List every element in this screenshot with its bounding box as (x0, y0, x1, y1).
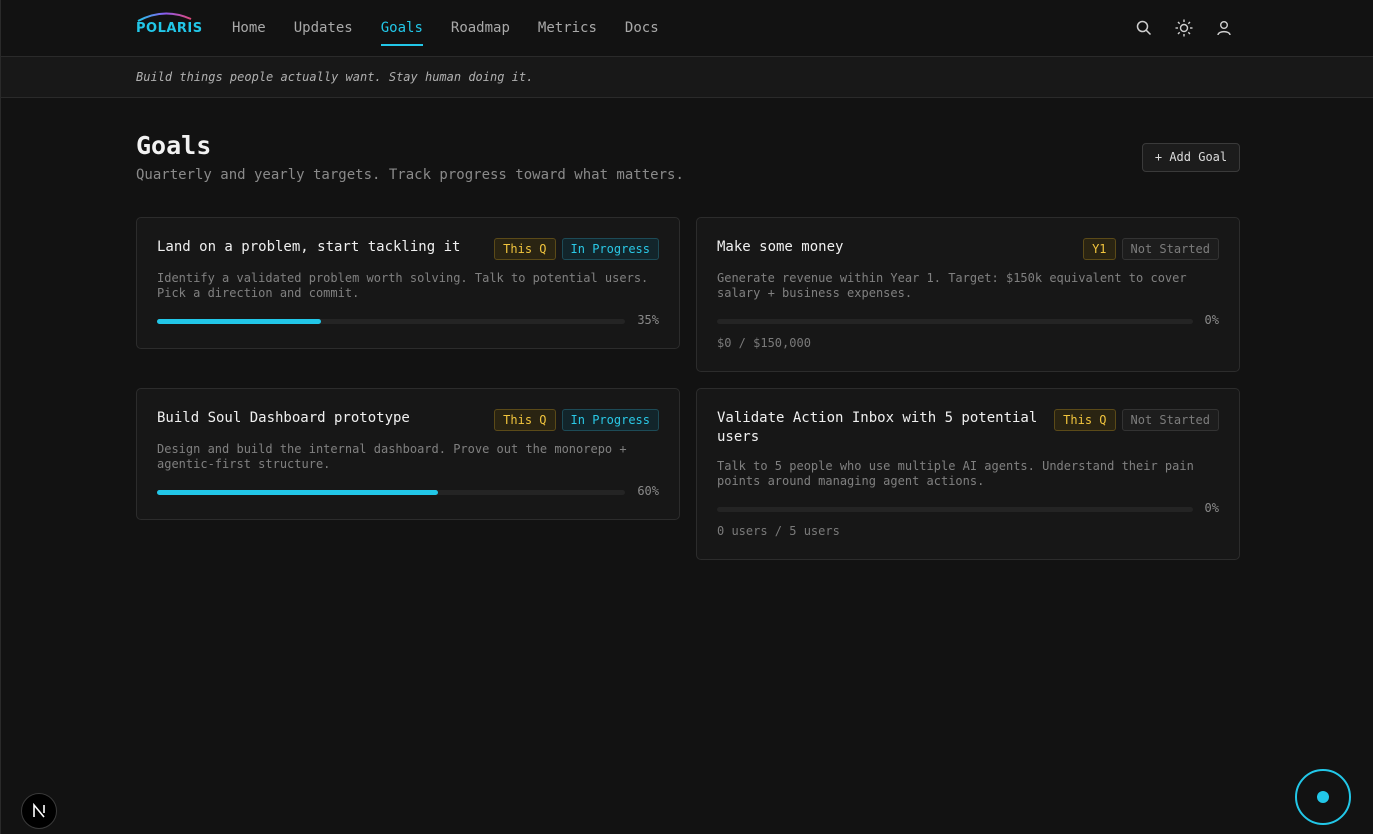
goal-badges: This Q In Progress (494, 238, 659, 260)
goal-badges: Y1 Not Started (1083, 238, 1219, 260)
top-nav: POLARIS Home Updates Goals Roadmap Metri… (1, 0, 1373, 57)
goal-card[interactable]: Land on a problem, start tackling it Thi… (136, 217, 680, 349)
period-badge: This Q (494, 238, 556, 260)
goal-card[interactable]: Build Soul Dashboard prototype This Q In… (136, 388, 680, 520)
goal-title: Land on a problem, start tackling it (157, 239, 461, 255)
goal-description-line: Pick a direction and commit. (157, 286, 360, 300)
goal-description-line: Generate revenue within Year 1. Target: … (717, 271, 1187, 285)
period-badge: This Q (1054, 409, 1116, 431)
main-nav: Home Updates Goals Roadmap Metrics Docs (232, 0, 687, 57)
progress-fill (157, 490, 438, 495)
goal-description-line: points around managing agent actions. (717, 474, 985, 488)
goal-card[interactable]: Validate Action Inbox with 5 potential u… (696, 388, 1240, 560)
nav-home[interactable]: Home (232, 0, 266, 57)
goal-title: Validate Action Inbox with 5 potential u… (717, 409, 1037, 447)
status-badge: In Progress (561, 238, 659, 260)
progress-percent: 60% (637, 484, 659, 498)
goal-title-line: Validate Action Inbox with 5 potential (717, 410, 1038, 426)
nav-goals[interactable]: Goals (380, 0, 424, 57)
goal-description-line: agentic-first structure. (157, 457, 331, 471)
progress-bar (157, 319, 625, 324)
nav-metrics[interactable]: Metrics (538, 0, 597, 57)
progress-bar (717, 507, 1193, 512)
progress-percent: 35% (637, 313, 659, 327)
progress-bar (717, 319, 1193, 324)
n-logo-icon (33, 803, 45, 818)
goal-title: Build Soul Dashboard prototype (157, 410, 410, 426)
period-badge: Y1 (1083, 238, 1116, 260)
goal-description: Talk to 5 people who use multiple AI age… (717, 459, 1194, 489)
nav-docs[interactable]: Docs (625, 0, 659, 57)
page-subtitle: Quarterly and yearly targets. Track prog… (136, 167, 684, 183)
status-badge: Not Started (1121, 238, 1219, 260)
nav-roadmap[interactable]: Roadmap (451, 0, 510, 57)
nav-actions (1134, 18, 1234, 38)
goal-title-line: users (717, 429, 760, 445)
goal-description-line: salary + business expenses. (717, 286, 913, 300)
progress-bar (157, 490, 625, 495)
goal-badges: This Q Not Started (1054, 409, 1219, 431)
goal-metric: $0 / $150,000 (717, 336, 811, 350)
sun-icon[interactable] (1174, 18, 1194, 38)
dot-icon (1317, 791, 1329, 803)
goal-description: Design and build the internal dashboard.… (157, 442, 627, 472)
tagline: Build things people actually want. Stay … (136, 70, 534, 84)
goal-title: Make some money (717, 239, 844, 255)
goal-badges: This Q In Progress (494, 409, 659, 431)
goal-card[interactable]: Make some money Y1 Not Started Generate … (696, 217, 1240, 372)
tagline-bar: Build things people actually want. Stay … (1, 57, 1373, 98)
next-dev-tools-button[interactable] (21, 793, 57, 829)
progress-fill (157, 319, 321, 324)
status-badge: In Progress (561, 409, 659, 431)
goal-description: Identify a validated problem worth solvi… (157, 271, 648, 301)
search-icon[interactable] (1134, 18, 1154, 38)
goal-description-line: Design and build the internal dashboard.… (157, 442, 627, 456)
goal-description: Generate revenue within Year 1. Target: … (717, 271, 1187, 301)
goal-metric: 0 users / 5 users (717, 524, 840, 538)
progress-percent: 0% (1204, 313, 1219, 327)
brand-name: POLARIS (136, 21, 203, 36)
add-goal-button[interactable]: + Add Goal (1142, 143, 1240, 172)
period-badge: This Q (494, 409, 556, 431)
progress-percent: 0% (1204, 501, 1219, 515)
nav-updates[interactable]: Updates (294, 0, 353, 57)
goal-description-line: Identify a validated problem worth solvi… (157, 271, 649, 285)
polaris-logo[interactable]: POLARIS (136, 9, 202, 37)
goal-description-line: Talk to 5 people who use multiple AI age… (717, 459, 1194, 473)
page-title: Goals (136, 131, 212, 160)
assistant-button[interactable] (1295, 769, 1351, 825)
status-badge: Not Started (1121, 409, 1219, 431)
user-icon[interactable] (1214, 18, 1234, 38)
